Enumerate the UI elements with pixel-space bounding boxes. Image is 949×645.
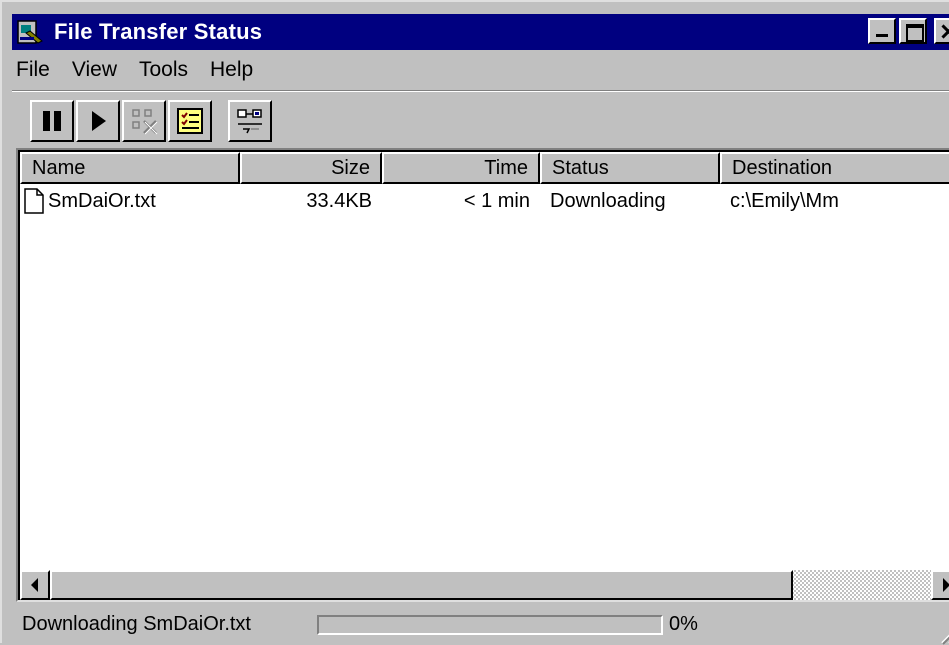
column-header-time[interactable]: Time — [382, 152, 540, 184]
file-transfer-window: File Transfer Status File View Tools Hel… — [0, 0, 949, 645]
checklist-icon — [177, 108, 203, 134]
list-header: Name Size Time Status Destination — [20, 152, 949, 184]
pause-button[interactable] — [30, 100, 74, 142]
play-icon — [92, 111, 106, 131]
menu-separator — [12, 90, 949, 92]
column-header-status[interactable]: Status — [540, 152, 720, 184]
cell-time: < 1 min — [463, 189, 530, 212]
toolbar — [30, 100, 274, 142]
horizontal-scrollbar[interactable] — [20, 570, 949, 600]
cell-status: Downloading — [550, 189, 666, 212]
arrow-left-icon — [31, 578, 38, 592]
cancel-transfer-button[interactable] — [122, 100, 166, 142]
menu-bar: File View Tools Help — [16, 54, 275, 86]
column-header-destination[interactable]: Destination — [720, 152, 949, 184]
cell-size: 33.4KB — [306, 189, 372, 212]
column-header-size[interactable]: Size — [240, 152, 382, 184]
cancel-transfer-icon — [132, 109, 158, 135]
scroll-right-button[interactable] — [931, 570, 949, 600]
cell-name: SmDaiOr.txt — [20, 188, 240, 214]
file-name: SmDaiOr.txt — [48, 189, 156, 212]
network-button[interactable] — [228, 100, 272, 142]
app-icon — [17, 20, 43, 44]
title-bar[interactable]: File Transfer Status — [12, 14, 949, 50]
menu-help[interactable]: Help — [210, 58, 253, 82]
list-rows: SmDaiOr.txt 33.4KB < 1 min Downloading c… — [20, 184, 949, 218]
pause-icon — [43, 111, 61, 131]
table-row[interactable]: SmDaiOr.txt 33.4KB < 1 min Downloading c… — [20, 184, 949, 218]
text-file-icon — [24, 188, 44, 214]
cell-destination: c:\Emily\Mm — [730, 189, 839, 212]
scroll-left-button[interactable] — [20, 570, 50, 600]
transfer-list[interactable]: Name Size Time Status Destination SmDaiO… — [16, 148, 949, 602]
minimize-button[interactable] — [868, 18, 896, 44]
resume-button[interactable] — [76, 100, 120, 142]
column-header-name[interactable]: Name — [20, 152, 240, 184]
maximize-button[interactable] — [899, 18, 927, 44]
scrollbar-thumb[interactable] — [50, 570, 793, 600]
menu-view[interactable]: View — [72, 58, 117, 82]
arrow-right-icon — [943, 578, 949, 592]
network-transfer-icon — [237, 109, 262, 134]
menu-tools[interactable]: Tools — [139, 58, 188, 82]
status-bar: Downloading SmDaiOr.txt 0% — [12, 604, 949, 645]
progress-percent: 0% — [669, 613, 698, 635]
options-button[interactable] — [168, 100, 212, 142]
status-text: Downloading SmDaiOr.txt — [22, 613, 251, 635]
resize-grip-icon[interactable] — [936, 619, 949, 645]
close-button[interactable] — [934, 18, 949, 44]
progress-bar — [317, 615, 663, 635]
menu-file[interactable]: File — [16, 58, 50, 82]
window-title: File Transfer Status — [54, 19, 263, 44]
